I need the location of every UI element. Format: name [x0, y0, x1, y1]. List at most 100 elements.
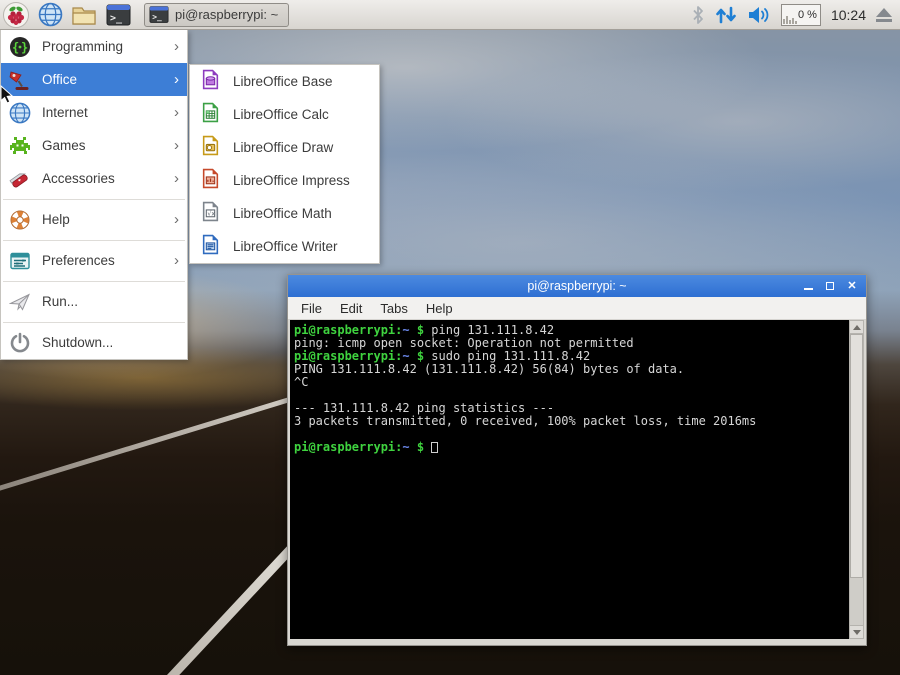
submenu-item-libreoffice-writer[interactable]: LibreOffice Writer — [190, 230, 379, 263]
menubar-tabs[interactable]: Tabs — [371, 301, 416, 316]
menu-item-preferences[interactable]: Preferences › — [1, 244, 187, 277]
menu-item-accessories[interactable]: Accessories › — [1, 162, 187, 195]
submenu-arrow-icon: › — [174, 105, 179, 120]
menu-item-office[interactable]: Office › — [1, 63, 187, 96]
submenu-arrow-icon: › — [174, 72, 179, 87]
accessories-knife-icon — [8, 167, 32, 191]
libreoffice-writer-icon — [200, 234, 221, 260]
maximize-icon — [826, 282, 834, 290]
volume-icon[interactable] — [747, 5, 771, 25]
maximize-button[interactable] — [824, 280, 836, 292]
menu-separator — [1, 318, 187, 326]
system-tray: 0 % 10:24 — [691, 4, 900, 26]
menu-item-games[interactable]: Games › — [1, 129, 187, 162]
terminal-scrollbar[interactable] — [849, 320, 864, 639]
run-paper-plane-icon — [8, 290, 32, 314]
submenu-item-label: LibreOffice Draw — [233, 140, 333, 155]
menubar-help[interactable]: Help — [417, 301, 462, 316]
terminal-launcher[interactable]: >_ — [104, 1, 132, 29]
menu-item-label: Preferences — [42, 253, 174, 268]
menubar-edit[interactable]: Edit — [331, 301, 371, 316]
svg-text:}: } — [21, 40, 28, 54]
clock[interactable]: 10:24 — [831, 7, 866, 23]
submenu-arrow-icon: › — [174, 253, 179, 268]
libreoffice-impress-icon — [200, 168, 221, 194]
submenu-arrow-icon: › — [174, 212, 179, 227]
scroll-up-icon — [853, 325, 861, 330]
submenu-arrow-icon: › — [174, 171, 179, 186]
menu-item-run[interactable]: Run... — [1, 285, 187, 318]
scroll-down-button[interactable] — [850, 625, 863, 638]
menu-item-label: Accessories — [42, 171, 174, 186]
scrollbar-thumb[interactable] — [850, 334, 863, 578]
svg-text:>_: >_ — [152, 12, 162, 21]
help-lifebuoy-icon — [8, 208, 32, 232]
menu-item-internet[interactable]: Internet › — [1, 96, 187, 129]
submenu-item-libreoffice-draw[interactable]: LibreOffice Draw — [190, 131, 379, 164]
submenu-item-label: LibreOffice Writer — [233, 239, 338, 254]
menu-raspberry-icon[interactable] — [2, 1, 30, 29]
taskbar: >_ >_ pi@raspberrypi: ~ 0 % 10:24 — [0, 0, 900, 30]
menu-item-programming[interactable]: { } Programming › — [1, 30, 187, 63]
globe-icon — [38, 2, 63, 27]
submenu-arrow-icon: › — [174, 39, 179, 54]
menu-item-help[interactable]: Help › — [1, 203, 187, 236]
terminal-cursor — [431, 442, 438, 453]
menu-item-label: Programming — [42, 39, 174, 54]
menubar-file[interactable]: File — [292, 301, 331, 316]
road-marking — [165, 542, 298, 675]
terminal-line: ^C — [294, 376, 847, 389]
libreoffice-math-icon: √x — [200, 201, 221, 227]
close-button[interactable]: ✕ — [846, 280, 858, 292]
menu-separator — [1, 236, 187, 244]
menu-item-label: Office — [42, 72, 174, 87]
menu-item-shutdown[interactable]: Shutdown... — [1, 326, 187, 359]
web-browser-launcher[interactable] — [36, 1, 64, 29]
folder-icon — [71, 3, 97, 27]
menu-item-label: Games — [42, 138, 174, 153]
submenu-item-libreoffice-math[interactable]: √x LibreOffice Math — [190, 197, 379, 230]
taskbar-window-label: pi@raspberrypi: ~ — [175, 7, 278, 22]
menu-item-label: Internet — [42, 105, 174, 120]
libreoffice-calc-icon — [200, 102, 221, 128]
minimize-button[interactable] — [802, 280, 814, 292]
mouse-cursor — [0, 85, 16, 105]
submenu-item-libreoffice-calc[interactable]: LibreOffice Calc — [190, 98, 379, 131]
menu-separator — [1, 195, 187, 203]
network-updown-icon[interactable] — [715, 5, 737, 25]
svg-text:√x: √x — [207, 210, 215, 217]
bluetooth-icon[interactable] — [691, 5, 705, 25]
terminal-titlebar[interactable]: pi@raspberrypi: ~ ✕ — [288, 275, 866, 297]
submenu-item-label: LibreOffice Impress — [233, 173, 350, 188]
submenu-item-libreoffice-base[interactable]: LibreOffice Base — [190, 65, 379, 98]
office-submenu: LibreOffice Base LibreOffice Calc LibreO… — [189, 64, 380, 264]
terminal-prompt-line: pi@raspberrypi:~ $ — [294, 441, 847, 454]
submenu-item-libreoffice-impress[interactable]: LibreOffice Impress — [190, 164, 379, 197]
terminal-line: 3 packets transmitted, 0 received, 100% … — [294, 415, 847, 428]
programming-icon: { } — [8, 35, 32, 59]
scroll-up-button[interactable] — [850, 321, 863, 334]
eject-icon[interactable] — [876, 8, 892, 22]
shutdown-power-icon — [8, 331, 32, 355]
svg-text:>_: >_ — [110, 13, 123, 24]
preferences-icon — [8, 249, 32, 273]
terminal-line: PING 131.111.8.42 (131.111.8.42) 56(84) … — [294, 363, 847, 376]
submenu-item-label: LibreOffice Math — [233, 206, 332, 221]
scrollbar-track[interactable] — [850, 334, 863, 625]
libreoffice-draw-icon — [200, 135, 221, 161]
submenu-arrow-icon: › — [174, 138, 179, 153]
libreoffice-base-icon — [200, 69, 221, 95]
menu-item-label: Shutdown... — [42, 335, 179, 350]
menu-item-label: Help — [42, 212, 174, 227]
terminal-icon: >_ — [106, 3, 131, 27]
games-invader-icon — [8, 134, 32, 158]
file-manager-launcher[interactable] — [70, 1, 98, 29]
taskbar-window-button[interactable]: >_ pi@raspberrypi: ~ — [144, 3, 289, 27]
minimize-icon — [804, 288, 813, 290]
cpu-usage-label: 0 % — [798, 9, 817, 21]
cpu-usage-monitor[interactable]: 0 % — [781, 4, 821, 26]
menu-item-label: Run... — [42, 294, 179, 309]
terminal-output[interactable]: pi@raspberrypi:~ $ ping 131.111.8.42 pin… — [290, 320, 849, 639]
submenu-item-label: LibreOffice Calc — [233, 107, 329, 122]
cpu-graph — [783, 16, 797, 24]
